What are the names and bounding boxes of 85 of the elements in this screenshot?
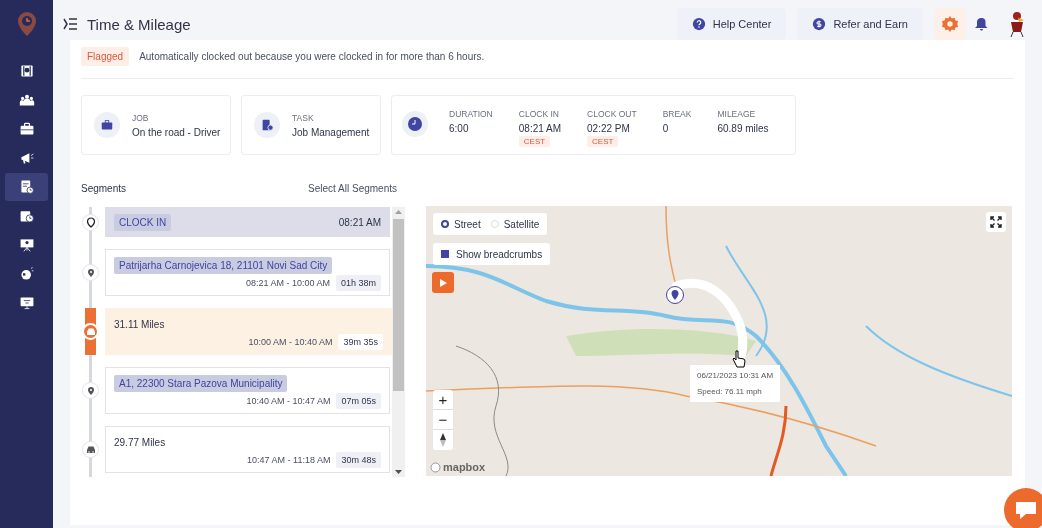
timezone-tag: CEST <box>518 136 551 147</box>
stop-segment[interactable]: Patrijarha Carnojevica 18, 21101 Novi Sad City 08:21 AM - 10:00 AM 01h 38m <box>105 249 390 296</box>
summary-label: MILEAGE <box>717 109 756 119</box>
fullscreen-button[interactable] <box>986 212 1006 232</box>
mapbox-logo-icon <box>430 461 441 473</box>
timesheet-icon <box>18 179 35 195</box>
pin-icon <box>82 382 99 399</box>
refer-button[interactable]: Refer and Earn <box>797 8 923 40</box>
notification-bell-icon[interactable] <box>975 17 988 31</box>
flag-badge: Flagged <box>81 46 130 66</box>
section-title: Segments <box>81 183 127 194</box>
summary-label: DURATION <box>449 109 493 119</box>
summary-value: 60.89 miles <box>717 123 769 134</box>
tooltip-speed: Speed: 76.11 mph <box>697 387 763 396</box>
briefcase-icon <box>18 121 35 137</box>
duration-label: 07m 05s <box>336 393 381 409</box>
map-view-option[interactable]: Street <box>441 218 481 230</box>
briefcase-icon <box>94 112 120 138</box>
expand-icon <box>990 216 1002 228</box>
settings-icon <box>941 15 959 33</box>
breadcrumbs-toggle[interactable]: Show breadcrumbs <box>433 243 551 265</box>
duration-label: 01h 38m <box>335 275 381 291</box>
time-range: 10:40 AM - 10:47 AM <box>246 396 331 406</box>
timezone-tag: CEST <box>587 136 619 147</box>
summary-label: BREAK <box>662 109 692 119</box>
summary-label: CLOCK IN <box>518 109 559 119</box>
zoom-out-button[interactable]: − <box>433 410 453 430</box>
distance-text: 31.11 Miles <box>114 318 165 332</box>
select-all-link[interactable]: Select All Segments <box>308 183 397 194</box>
option-label: Satellite <box>503 218 540 230</box>
card-label: TASK <box>292 112 315 123</box>
summary-value: 02:22 PM <box>587 123 630 134</box>
flag-message: Automatically clocked out because you were clocked in for more than 6 hours. <box>139 50 485 62</box>
segment-label: CLOCK IN <box>114 213 172 231</box>
settings-button[interactable] <box>934 8 966 40</box>
checkbox[interactable] <box>441 250 449 258</box>
option-label: Street <box>454 218 481 230</box>
drive-segment[interactable]: 31.11 Miles 10:00 AM - 10:40 AM 39m 35s <box>105 308 392 355</box>
summary-label: CLOCK OUT <box>587 109 637 119</box>
sidebar-item[interactable] <box>5 173 48 201</box>
car-icon <box>82 441 99 458</box>
segment-time: 08:21 AM <box>338 216 381 228</box>
monitor-icon <box>18 295 35 311</box>
menu-icon[interactable] <box>63 18 77 30</box>
map-attribution[interactable]: mapbox <box>443 461 486 473</box>
card-value: Job Management <box>292 126 370 138</box>
calendar-icon <box>18 208 35 224</box>
address-label: Patrijarha Carnojevica 18, 21101 Novi Sad City <box>114 257 333 274</box>
chat-button[interactable] <box>1004 488 1042 528</box>
play-icon <box>439 278 447 287</box>
stop-segment[interactable]: A1, 22300 Stara Pazova Municipality 10:40 AM - 10:47 AM 07m 05s <box>105 367 390 414</box>
help-center-button[interactable]: Help Center <box>676 8 787 40</box>
pin-icon <box>82 264 99 281</box>
time-range: 08:21 AM - 10:00 AM <box>245 278 330 288</box>
page-title: Time & Mileage <box>87 15 192 33</box>
tooltip-time: 06/21/2023 10:31 AM <box>697 371 774 380</box>
time-range: 10:47 AM - 11:18 AM <box>247 455 331 465</box>
compass-icon[interactable] <box>440 433 446 447</box>
clock-in-segment[interactable]: CLOCK IN 08:21 AM <box>105 207 390 237</box>
map-icon <box>18 63 35 79</box>
distance-text: 29.77 Miles <box>114 436 166 450</box>
map-view-option[interactable]: Satellite <box>490 218 540 230</box>
duration-label: 39m 35s <box>338 334 383 350</box>
summary-value: 08:21 AM <box>518 123 562 134</box>
scrollbar[interactable] <box>392 207 405 477</box>
card-value: On the road - Driver <box>132 126 221 138</box>
dollar-icon <box>812 17 827 31</box>
time-range: 10:00 AM - 10:40 AM <box>248 337 333 347</box>
drive-segment[interactable]: 29.77 Miles 10:47 AM - 11:18 AM 30m 48s <box>105 426 390 473</box>
summary-value: 6:00 <box>449 123 469 134</box>
pin-icon <box>82 213 99 231</box>
play-button[interactable] <box>432 272 454 293</box>
card-label: JOB <box>132 112 150 123</box>
clock-icon <box>402 111 428 137</box>
radio-button[interactable] <box>441 220 449 228</box>
checkbox-label: Show breadcrumbs <box>456 248 543 260</box>
address-label: A1, 22300 Stara Pazova Municipality <box>114 375 288 392</box>
scroll-down-icon[interactable] <box>395 470 402 474</box>
duration-label: 30m 48s <box>336 452 381 468</box>
help-icon <box>691 17 706 31</box>
summary-value: 0 <box>662 123 669 134</box>
document-icon <box>254 112 280 138</box>
zoom-in-button[interactable]: + <box>433 390 453 410</box>
team-icon <box>18 92 35 108</box>
presentation-icon <box>18 237 35 253</box>
